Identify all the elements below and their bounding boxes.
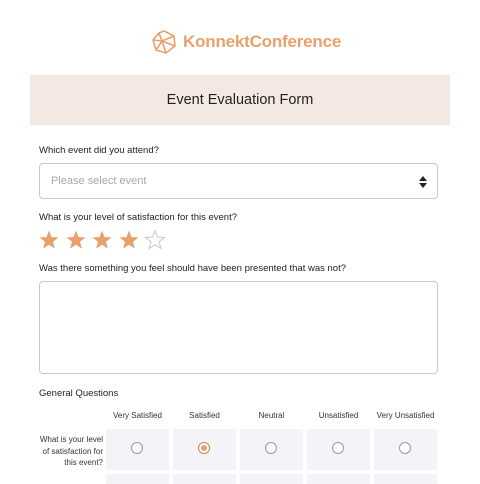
star-filled-icon[interactable] [65,229,87,251]
matrix-cell [307,429,370,470]
radio-unsatisfied[interactable] [332,442,344,454]
matrix-next-row-cell [307,474,370,484]
star-empty-icon[interactable] [144,229,167,251]
select-caret-icon [419,176,427,188]
matrix-row-label: What is your level of satisfaction for t… [39,435,103,467]
form-title: Event Evaluation Form [166,92,314,108]
column-header-very-satisfied: Very Satisfied [113,411,162,420]
missing-content-question-label: Was there something you feel should have… [39,263,347,274]
radio-very-unsatisfied[interactable] [399,442,411,454]
brand-logo: KonnektConference [151,28,341,56]
column-header-neutral: Neutral [258,411,285,420]
general-questions-title: General Questions [39,388,119,399]
matrix-next-row-cell [106,474,169,484]
event-question-label: Which event did you attend? [39,145,159,156]
event-select-placeholder: Please select event [51,175,147,187]
satisfaction-question-label: What is your level of satisfaction for t… [39,212,238,223]
star-rating[interactable] [38,229,171,251]
column-header-unsatisfied: Unsatisfied [318,411,359,420]
event-select[interactable]: Please select event [39,163,438,199]
radio-very-satisfied[interactable] [131,442,143,454]
radio-satisfied[interactable] [198,442,210,454]
geodesic-logo-icon [152,30,176,54]
matrix-cell [240,429,303,470]
star-filled-icon[interactable] [91,229,113,251]
matrix-next-row-cell [240,474,303,484]
matrix-cell [374,429,437,470]
form-header: Event Evaluation Form [30,75,450,125]
radio-neutral[interactable] [265,442,277,454]
missing-content-textarea[interactable] [39,281,438,374]
brand-name: KonnektConference [183,32,342,51]
matrix-next-row-cell [173,474,236,484]
column-header-very-unsatisfied: Very Unsatisfied [376,411,435,420]
matrix-cell [106,429,169,470]
star-filled-icon[interactable] [118,229,140,251]
matrix-next-row-cell [374,474,437,484]
matrix-cell [173,429,236,470]
star-filled-icon[interactable] [38,229,60,251]
column-header-satisfied: Satisfied [189,411,220,420]
